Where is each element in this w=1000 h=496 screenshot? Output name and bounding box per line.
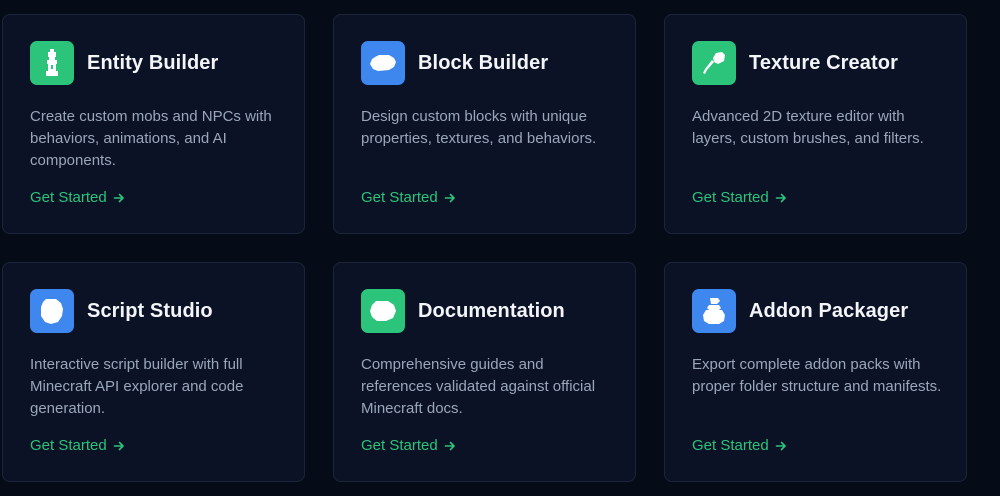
card-documentation[interactable]: Documentation Comprehensive guides and r…: [333, 262, 636, 482]
arrow-right-icon: [775, 440, 787, 452]
script-icon: [30, 289, 74, 333]
get-started-label: Get Started: [361, 437, 438, 454]
arrow-right-icon: [444, 192, 456, 204]
card-description: Export complete addon packs with proper …: [692, 356, 942, 395]
card-description: Create custom mobs and NPCs with behavio…: [30, 108, 272, 169]
card-entity-builder[interactable]: Entity Builder Create custom mobs and NP…: [2, 14, 305, 234]
card-title: Script Studio: [87, 299, 213, 322]
get-started-label: Get Started: [692, 437, 769, 454]
card-title: Texture Creator: [749, 51, 898, 74]
card-header: Entity Builder: [30, 41, 277, 85]
card-description: Interactive script builder with full Min…: [30, 356, 244, 417]
card-addon-packager[interactable]: Addon Packager Export complete addon pac…: [664, 262, 967, 482]
get-started-link[interactable]: Get Started: [30, 189, 125, 206]
get-started-label: Get Started: [692, 189, 769, 206]
card-header: Block Builder: [361, 41, 608, 85]
card-description: Advanced 2D texture editor with layers, …: [692, 108, 924, 147]
arrow-right-icon: [113, 440, 125, 452]
card-header: Addon Packager: [692, 289, 939, 333]
card-description: Comprehensive guides and references vali…: [361, 356, 596, 417]
card-title: Block Builder: [418, 51, 549, 74]
arrow-right-icon: [444, 440, 456, 452]
card-title: Addon Packager: [749, 299, 909, 322]
get-started-link[interactable]: Get Started: [692, 189, 787, 206]
card-header: Documentation: [361, 289, 608, 333]
get-started-link[interactable]: Get Started: [361, 189, 456, 206]
card-texture-creator[interactable]: Texture Creator Advanced 2D texture edit…: [664, 14, 967, 234]
get-started-link[interactable]: Get Started: [30, 437, 125, 454]
card-description: Design custom blocks with unique propert…: [361, 108, 597, 147]
card-header: Texture Creator: [692, 41, 939, 85]
arrow-right-icon: [775, 192, 787, 204]
get-started-label: Get Started: [361, 189, 438, 206]
get-started-label: Get Started: [30, 437, 107, 454]
card-script-studio[interactable]: Script Studio Interactive script builder…: [2, 262, 305, 482]
arrow-right-icon: [113, 192, 125, 204]
card-block-builder[interactable]: Block Builder Design custom blocks with …: [333, 14, 636, 234]
card-title: Documentation: [418, 299, 565, 322]
tools-grid: Entity Builder Create custom mobs and NP…: [0, 0, 1000, 496]
get-started-label: Get Started: [30, 189, 107, 206]
get-started-link[interactable]: Get Started: [692, 437, 787, 454]
brush-icon: [692, 41, 736, 85]
book-icon: [361, 289, 405, 333]
block-icon: [361, 41, 405, 85]
card-header: Script Studio: [30, 289, 277, 333]
card-title: Entity Builder: [87, 51, 219, 74]
package-icon: [692, 289, 736, 333]
get-started-link[interactable]: Get Started: [361, 437, 456, 454]
entity-icon: [30, 41, 74, 85]
